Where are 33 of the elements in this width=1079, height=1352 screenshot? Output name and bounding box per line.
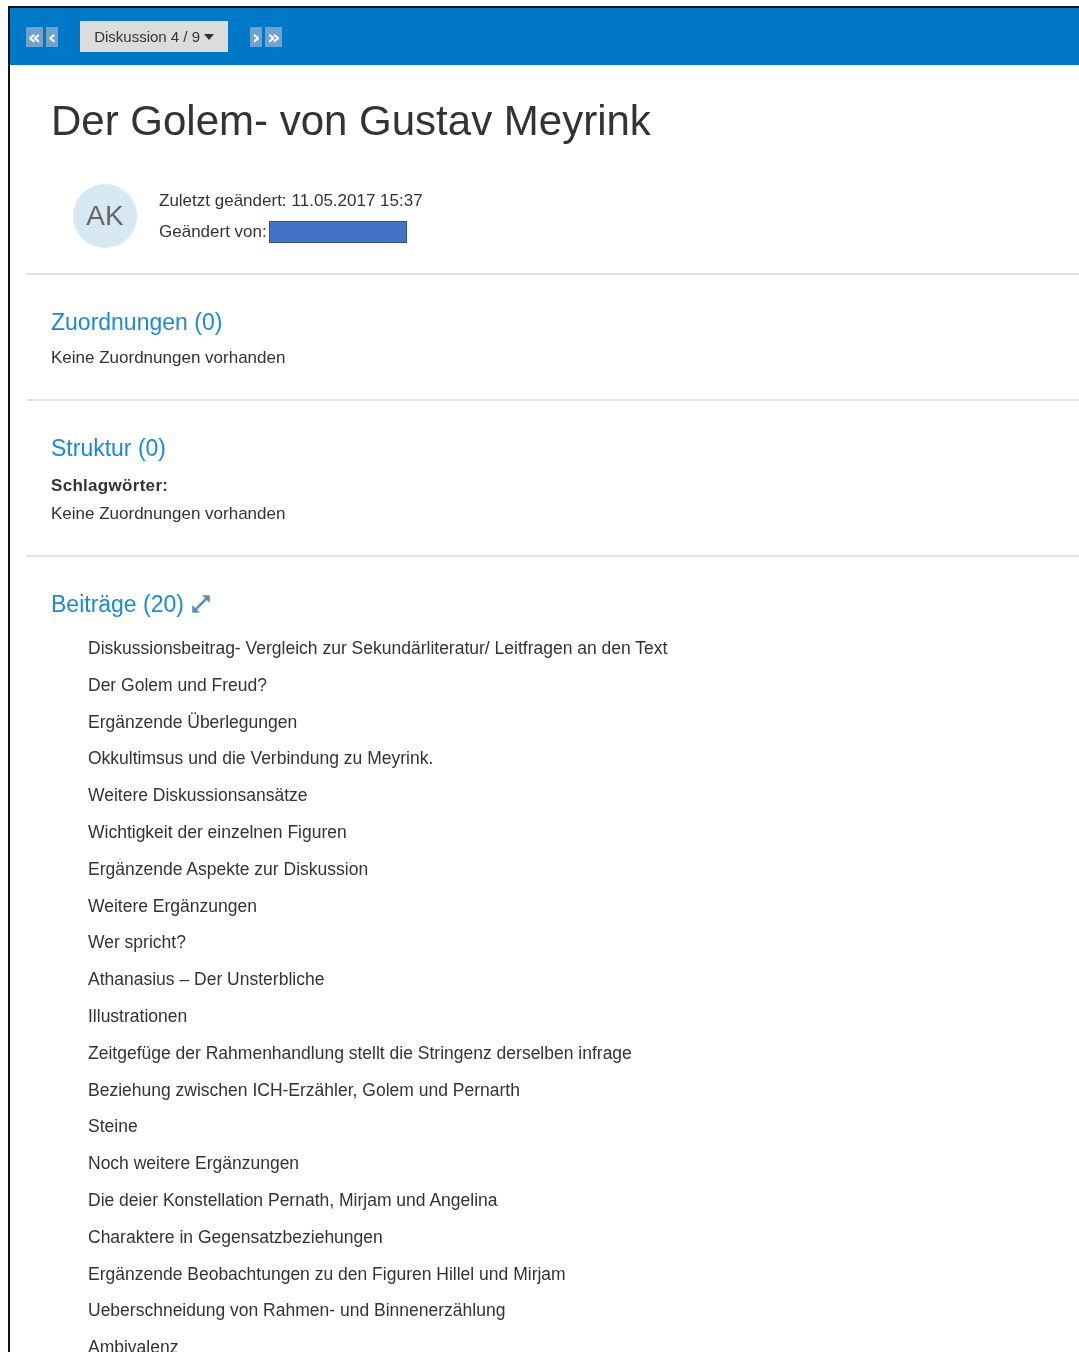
post-link[interactable]: Charaktere in Gegensatzbeziehungen — [88, 1218, 383, 1256]
post-link[interactable]: Steine — [88, 1108, 138, 1146]
section-heading[interactable]: Struktur (0) — [51, 434, 167, 462]
post-link[interactable]: Weitere Ergänzungen — [88, 887, 257, 925]
author-label: Geändert von: — [159, 221, 267, 242]
post-link[interactable]: Ergänzende Aspekte zur Diskussion — [88, 850, 369, 888]
post-link[interactable]: Okkultimsus und die Verbindung zu Meyrink. — [88, 740, 434, 778]
post-link[interactable]: Wer spricht? — [88, 924, 186, 962]
keywords-label: Schlagwörter: — [51, 476, 170, 496]
post-link[interactable]: Der Golem und Freud? — [88, 666, 267, 704]
post-link[interactable]: Ueberschneidung von Rahmen- und Binnenerzählung — [88, 1292, 506, 1330]
page-title: Der Golem- von Gustav Meyrink — [51, 96, 652, 146]
empty-message: Keine Zuordnungen vorhanden — [51, 348, 287, 368]
post-link[interactable]: Ergänzende Beobachtungen zu den Figuren Hillel und Mirjam — [88, 1255, 566, 1293]
post-link[interactable]: Ergänzende Überlegungen — [88, 703, 298, 741]
post-link[interactable]: Zeitgefüge der Rahmenhandlung stellt die Stringenz derselben infrage — [88, 1034, 632, 1072]
post-link[interactable]: Athanasius – Der Unsterbliche — [88, 961, 325, 998]
post-link[interactable]: Weitere Diskussionsansätze — [88, 777, 308, 814]
expand-icon[interactable] — [189, 593, 212, 615]
avatar: AK — [73, 184, 137, 248]
discussion-dropdown[interactable]: Diskussion 4 / 9 — [80, 21, 229, 52]
empty-message: Keine Zuordnungen vorhanden — [51, 504, 287, 524]
modified-date: 11.05.2017 15:37 — [291, 190, 423, 211]
section-heading[interactable]: Zuordnungen (0) — [51, 308, 223, 336]
caret-icon — [204, 33, 215, 40]
modified-label: Zuletzt geändert: — [159, 190, 287, 211]
post-link[interactable]: Illustrationen — [88, 997, 188, 1035]
post-link[interactable]: Diskussionsbeitrag- Vergleich zur Sekundärliteratur/ Leitfragen an den Text — [88, 630, 668, 667]
post-link[interactable]: Beziehung zwischen ICH-Erzähler, Golem und Pernarth — [88, 1071, 520, 1109]
post-link[interactable]: Die deier Konstellation Pernath, Mirjam und Angelina — [88, 1181, 498, 1219]
post-link[interactable]: Noch weitere Ergänzungen — [88, 1145, 300, 1182]
post-link[interactable]: Wichtigkeit der einzelnen Figuren — [88, 814, 347, 851]
section-heading[interactable]: Beiträge (20) — [51, 590, 184, 618]
